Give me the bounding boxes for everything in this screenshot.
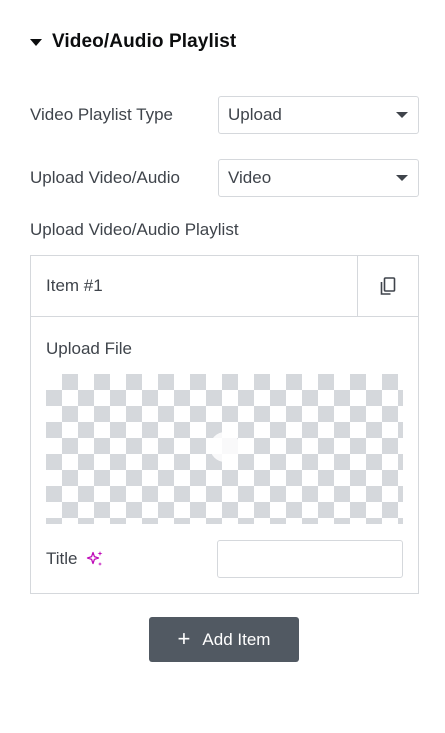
- playlist-repeater: Item #1 Upload File Title: [30, 255, 419, 594]
- chevron-down-icon: [396, 175, 408, 181]
- elementor-controls-panel: Video/Audio Playlist Video Playlist Type…: [0, 0, 445, 733]
- duplicate-button[interactable]: [357, 256, 418, 316]
- media-placeholder-icon: [210, 432, 240, 462]
- playlist-label: Upload Video/Audio Playlist: [30, 220, 239, 239]
- upload-type-row: Upload Video/Audio Video: [30, 159, 419, 197]
- add-item-label: Add Item: [202, 629, 271, 649]
- chevron-down-icon: [396, 112, 408, 118]
- sparkles-icon[interactable]: [86, 550, 104, 568]
- playlist-type-label: Video Playlist Type: [30, 105, 174, 124]
- title-field-row: Title: [46, 540, 403, 578]
- title-field-label: Title: [46, 549, 78, 568]
- playlist-type-select[interactable]: Upload: [218, 96, 419, 134]
- upload-type-value: Video: [228, 168, 272, 187]
- title-input[interactable]: [217, 540, 403, 578]
- repeater-item-title[interactable]: Item #1: [31, 256, 357, 316]
- copy-icon: [380, 276, 396, 295]
- repeater-item-header: Item #1: [31, 256, 418, 317]
- upload-file-label: Upload File: [46, 339, 132, 358]
- section-toggle[interactable]: Video/Audio Playlist: [30, 31, 236, 53]
- section-title: Video/Audio Playlist: [52, 31, 237, 52]
- media-upload-area[interactable]: [46, 374, 403, 524]
- add-item-button[interactable]: + Add Item: [149, 617, 299, 662]
- playlist-type-row: Video Playlist Type Upload: [30, 96, 419, 134]
- caret-down-icon: [30, 39, 42, 46]
- plus-icon: +: [177, 625, 191, 651]
- title-label-group: Title: [46, 549, 104, 569]
- upload-type-select[interactable]: Video: [218, 159, 419, 197]
- playlist-type-value: Upload: [228, 105, 282, 124]
- upload-type-label: Upload Video/Audio: [30, 168, 180, 187]
